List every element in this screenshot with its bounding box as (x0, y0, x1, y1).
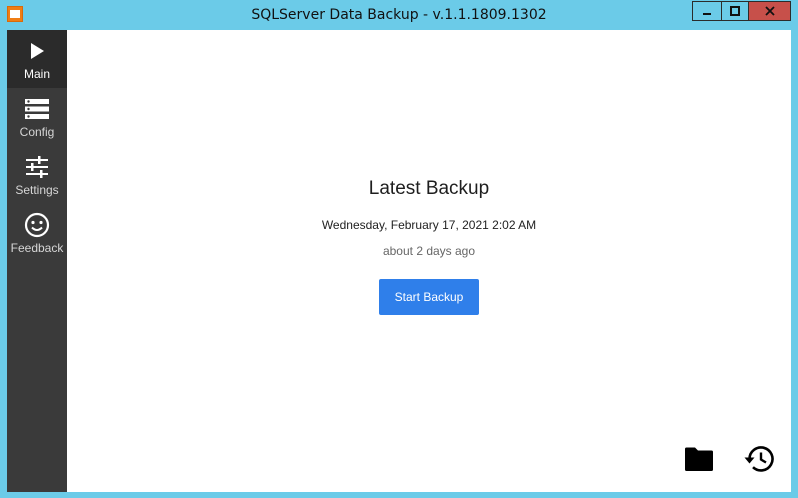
main-panel: Latest Backup Wednesday, February 17, 20… (67, 30, 791, 492)
sidebar-item-main[interactable]: Main (7, 30, 67, 88)
open-folder-button[interactable] (682, 442, 716, 476)
backup-history-button[interactable] (741, 442, 775, 476)
close-button[interactable] (748, 1, 791, 21)
smiley-icon (24, 212, 50, 238)
sidebar-item-label: Config (19, 125, 55, 139)
close-icon (764, 6, 775, 16)
app-window: SQLServer Data Backup - v.1.1.1809.1302 (0, 0, 798, 498)
minimize-icon (703, 13, 711, 15)
server-icon (25, 99, 49, 119)
history-icon (744, 446, 774, 472)
page-title: Latest Backup (368, 178, 490, 199)
window-title: SQLServer Data Backup - v.1.1.1809.1302 (251, 7, 547, 23)
sidebar-item-label: Feedback (10, 241, 64, 255)
minimize-button[interactable] (692, 1, 721, 21)
sidebar-item-label: Main (23, 67, 50, 81)
sidebar-item-feedback[interactable]: Feedback (7, 204, 67, 262)
sidebar: Main Config Settings Feedback (7, 30, 67, 492)
title-bar[interactable]: SQLServer Data Backup - v.1.1.1809.1302 (0, 0, 798, 30)
sidebar-item-config[interactable]: Config (7, 88, 67, 146)
play-icon (31, 43, 44, 59)
maximize-icon (730, 6, 740, 16)
relative-time: about 2 days ago (382, 244, 476, 258)
sidebar-item-settings[interactable]: Settings (7, 146, 67, 204)
start-backup-button[interactable]: Start Backup (379, 279, 479, 315)
backup-date: Wednesday, February 17, 2021 2:02 AM (321, 218, 537, 232)
maximize-button[interactable] (721, 1, 748, 21)
folder-icon (685, 447, 713, 471)
sliders-icon (26, 156, 48, 178)
sidebar-item-label: Settings (15, 183, 59, 197)
